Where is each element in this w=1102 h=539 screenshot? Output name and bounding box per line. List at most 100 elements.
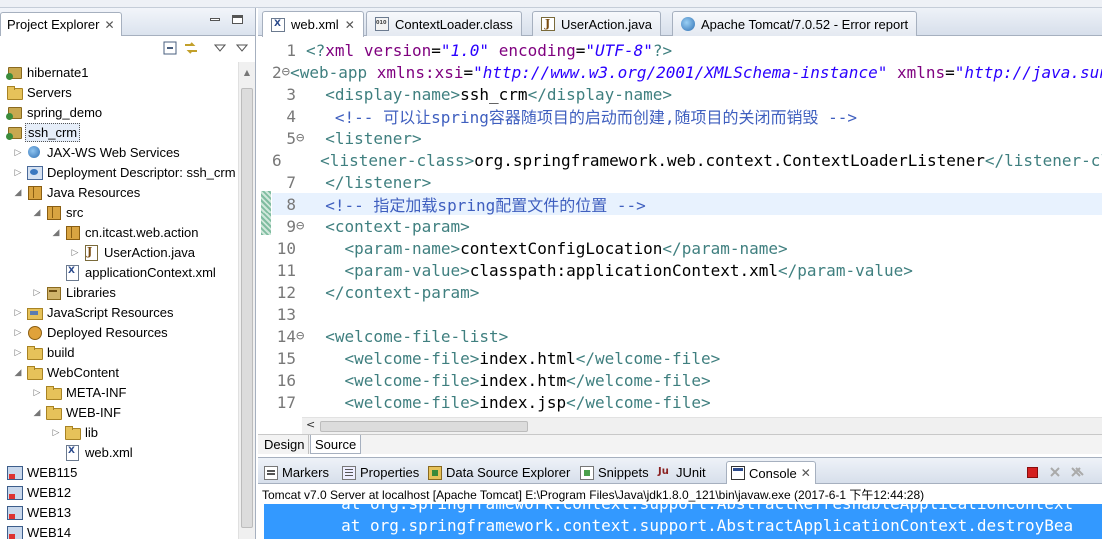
tree-item[interactable]: ssh_crm — [4, 122, 81, 142]
tree-item[interactable]: WEB13 — [4, 502, 73, 522]
tree-item[interactable]: ▷ UserAction.java — [69, 242, 197, 262]
scroll-up-icon[interactable]: ▲ — [239, 64, 255, 80]
tree-item[interactable]: ▷ lib — [50, 422, 100, 442]
view-menu-icon[interactable] — [212, 40, 228, 56]
collapsed-twisty-icon[interactable] — [50, 442, 62, 462]
line-number: 11 — [276, 260, 296, 280]
tree-item[interactable]: web.xml — [50, 442, 135, 462]
code-line[interactable]: 15 <welcome-file>index.html</welcome-fil… — [272, 347, 1102, 369]
code-line[interactable]: 1 <?xml version="1.0" encoding="UTF-8"?> — [272, 39, 1102, 61]
tree-item[interactable]: ▷ build — [12, 342, 76, 362]
code-line[interactable]: 4 <!-- 可以让spring容器随项目的启动而创建,随项目的关闭而销毁 --… — [272, 105, 1102, 128]
console-tab[interactable]: JUnit — [654, 461, 710, 484]
tree-item-label: WEB14 — [27, 524, 72, 539]
code-line[interactable]: 13 — [272, 303, 1102, 325]
code-line[interactable]: 7 </listener> — [272, 171, 1102, 193]
expanded-twisty-icon[interactable]: ◢ — [12, 362, 24, 382]
remove-all-terminated-icon[interactable] — [1070, 465, 1084, 479]
tree-item[interactable]: ◢ Java Resources — [12, 182, 142, 202]
collapsed-twisty-icon[interactable]: ▷ — [12, 162, 24, 182]
remove-launch-icon[interactable] — [1048, 465, 1062, 479]
scrollbar-thumb[interactable] — [241, 88, 253, 528]
close-icon[interactable]: ✕ — [345, 18, 355, 32]
tab-design[interactable]: Design — [260, 435, 310, 454]
code-text: <welcome-file>index.html</welcome-file> — [306, 349, 721, 368]
tree-item[interactable]: WEB14 — [4, 522, 73, 539]
console-tab[interactable]: Snippets — [576, 461, 653, 484]
fold-toggle-icon[interactable]: ⊖ — [296, 328, 306, 344]
chevron-down-icon[interactable] — [234, 40, 250, 56]
code-line[interactable]: 14 ⊖ <welcome-file-list> — [272, 325, 1102, 347]
code-line[interactable]: 9 ⊖ <context-param> — [272, 215, 1102, 237]
collapsed-twisty-icon[interactable] — [50, 262, 62, 282]
expanded-twisty-icon[interactable]: ◢ — [50, 222, 62, 242]
collapse-all-icon[interactable] — [162, 40, 178, 56]
expanded-twisty-icon[interactable]: ◢ — [12, 182, 24, 202]
tab-source[interactable]: Source — [310, 435, 362, 454]
tree-item[interactable]: WEB115 — [4, 462, 79, 482]
code-line[interactable]: 8 <!-- 指定加载spring配置文件的位置 --> — [272, 193, 1102, 215]
editor-tab[interactable]: ContextLoader.class — [366, 11, 522, 36]
tree-item[interactable]: Servers — [4, 82, 74, 102]
code-editor[interactable]: 1 <?xml version="1.0" encoding="UTF-8"?> 2… — [258, 37, 1102, 417]
tree-item[interactable]: hibernate1 — [4, 62, 90, 82]
horizontal-scrollbar[interactable]: < — [302, 417, 1102, 434]
console-tab[interactable]: Console ✕ — [726, 461, 816, 484]
tree-item[interactable]: ▷ JavaScript Resources — [12, 302, 175, 322]
collapsed-twisty-icon[interactable]: ▷ — [69, 242, 81, 262]
code-line[interactable]: 6 <listener-class>org.springframework.we… — [272, 149, 1102, 171]
terminate-icon[interactable] — [1025, 465, 1039, 479]
code-line[interactable]: 11 <param-value>classpath:applicationCon… — [272, 259, 1102, 281]
tree-item[interactable]: WEB12 — [4, 482, 73, 502]
code-line[interactable]: 2 ⊖ <web-app xmlns:xsi="http://www.w3.org/… — [272, 61, 1102, 83]
close-icon[interactable]: ✕ — [801, 466, 811, 480]
tab-project-explorer[interactable]: Project Explorer ✕ — [0, 12, 122, 36]
tree-item[interactable]: ◢ cn.itcast.web.action — [50, 222, 200, 242]
console-tab[interactable]: Markers — [260, 461, 333, 484]
editor-tab[interactable]: web.xml ✕ — [262, 11, 364, 37]
fold-toggle-icon[interactable]: ⊖ — [282, 64, 290, 80]
collapsed-twisty-icon[interactable]: ▷ — [12, 302, 24, 322]
code-line[interactable]: 12 </context-param> — [272, 281, 1102, 303]
tree-item[interactable]: ▷ JAX-WS Web Services — [12, 142, 182, 162]
code-line[interactable]: 17 <welcome-file>index.jsp</welcome-file… — [272, 391, 1102, 413]
editor-tab[interactable]: UserAction.java — [532, 11, 662, 36]
console-output[interactable]: at org.springframework.context.support.A… — [264, 504, 1102, 539]
editor-tab-label: ContextLoader.class — [395, 16, 513, 32]
minimize-icon[interactable] — [208, 13, 222, 25]
tree-item[interactable]: ▷ META-INF — [31, 382, 128, 402]
collapsed-twisty-icon[interactable]: ▷ — [12, 342, 24, 362]
scroll-left-icon[interactable]: < — [306, 418, 315, 431]
console-tab[interactable]: Properties — [338, 461, 423, 484]
editor-tab[interactable]: Apache Tomcat/7.0.52 - Error report — [672, 11, 918, 36]
code-line[interactable]: 10 <param-name>contextConfigLocation</pa… — [272, 237, 1102, 259]
scrollbar-thumb[interactable] — [320, 421, 528, 432]
explorer-scrollbar[interactable]: ▲ — [238, 62, 255, 539]
fold-toggle-icon[interactable]: ⊖ — [296, 130, 306, 146]
tree-item[interactable]: ◢ src — [31, 202, 85, 222]
maximize-icon[interactable] — [230, 13, 244, 25]
fold-toggle-icon[interactable]: ⊖ — [296, 218, 306, 234]
console-tab[interactable]: Data Source Explorer — [424, 461, 574, 484]
expanded-twisty-icon[interactable]: ◢ — [31, 202, 43, 222]
tree-item[interactable]: ▷ Deployment Descriptor: ssh_crm — [12, 162, 238, 182]
tree-item[interactable]: ▷ Libraries — [31, 282, 118, 302]
code-line[interactable]: 16 <welcome-file>index.htm</welcome-file… — [272, 369, 1102, 391]
tree-item[interactable]: spring_demo — [4, 102, 104, 122]
collapsed-twisty-icon[interactable]: ▷ — [12, 322, 24, 342]
line-number: 9 — [286, 216, 296, 236]
tree-item[interactable]: applicationContext.xml — [50, 262, 218, 282]
tree-item[interactable]: ▷ Deployed Resources — [12, 322, 170, 342]
collapsed-twisty-icon[interactable]: ▷ — [50, 422, 62, 442]
tree-item[interactable]: ◢ WebContent — [12, 362, 121, 382]
collapsed-twisty-icon[interactable]: ▷ — [31, 382, 43, 402]
collapsed-twisty-icon[interactable]: ▷ — [31, 282, 43, 302]
close-icon[interactable]: ✕ — [104, 18, 114, 32]
expanded-twisty-icon[interactable]: ◢ — [31, 402, 43, 422]
tree-item[interactable]: ◢ WEB-INF — [31, 402, 123, 422]
link-with-editor-icon[interactable] — [183, 40, 199, 56]
code-line[interactable]: 3 <display-name>ssh_crm</display-name> — [272, 83, 1102, 105]
collapsed-twisty-icon[interactable]: ▷ — [12, 142, 24, 162]
code-line[interactable]: 5 ⊖ <listener> — [272, 127, 1102, 149]
